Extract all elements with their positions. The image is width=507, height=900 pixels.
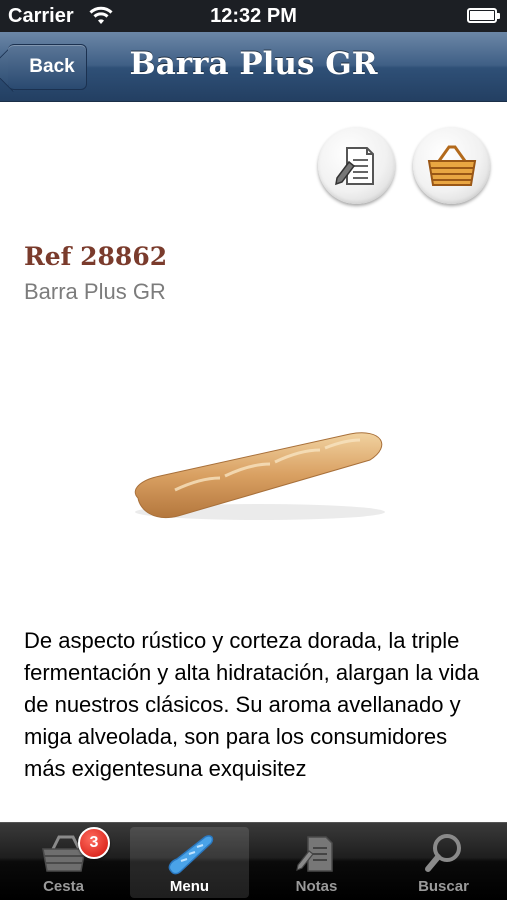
product-ref: Ref 28862 xyxy=(24,242,168,271)
tab-label: Cesta xyxy=(43,878,84,895)
status-time: 12:32 PM xyxy=(210,5,297,27)
tab-label: Buscar xyxy=(418,878,469,895)
tab-bar: 3 Cesta Menu Notas Buscar xyxy=(0,822,507,900)
battery-level xyxy=(470,11,494,20)
add-note-button[interactable] xyxy=(318,127,395,204)
page-title: Barra Plus GR xyxy=(129,46,378,82)
tab-cesta[interactable]: 3 Cesta xyxy=(4,827,123,898)
magnifier-icon xyxy=(424,834,461,872)
basket-icon xyxy=(427,145,476,186)
notepad-pencil-icon xyxy=(334,146,374,185)
back-button-label: Back xyxy=(29,56,75,77)
nav-bar: Back Barra Plus GR xyxy=(0,32,507,102)
cesta-badge: 3 xyxy=(78,827,110,859)
tab-menu[interactable]: Menu xyxy=(130,827,249,898)
back-button[interactable]: Back xyxy=(8,44,87,90)
tab-buscar[interactable]: Buscar xyxy=(384,827,503,898)
notes-icon xyxy=(295,836,333,872)
status-bar: Carrier 12:32 PM xyxy=(0,0,507,32)
add-to-basket-button[interactable] xyxy=(413,127,490,204)
product-name: Barra Plus GR xyxy=(24,279,166,304)
baguette-image xyxy=(134,432,385,520)
baguette-icon xyxy=(168,835,213,875)
tab-label: Notas xyxy=(295,878,338,895)
tab-label: Menu xyxy=(169,878,210,895)
battery-icon xyxy=(467,8,500,23)
tab-notas[interactable]: Notas xyxy=(257,827,376,898)
product-description: De aspecto rústico y corteza dorada, la … xyxy=(24,628,479,781)
